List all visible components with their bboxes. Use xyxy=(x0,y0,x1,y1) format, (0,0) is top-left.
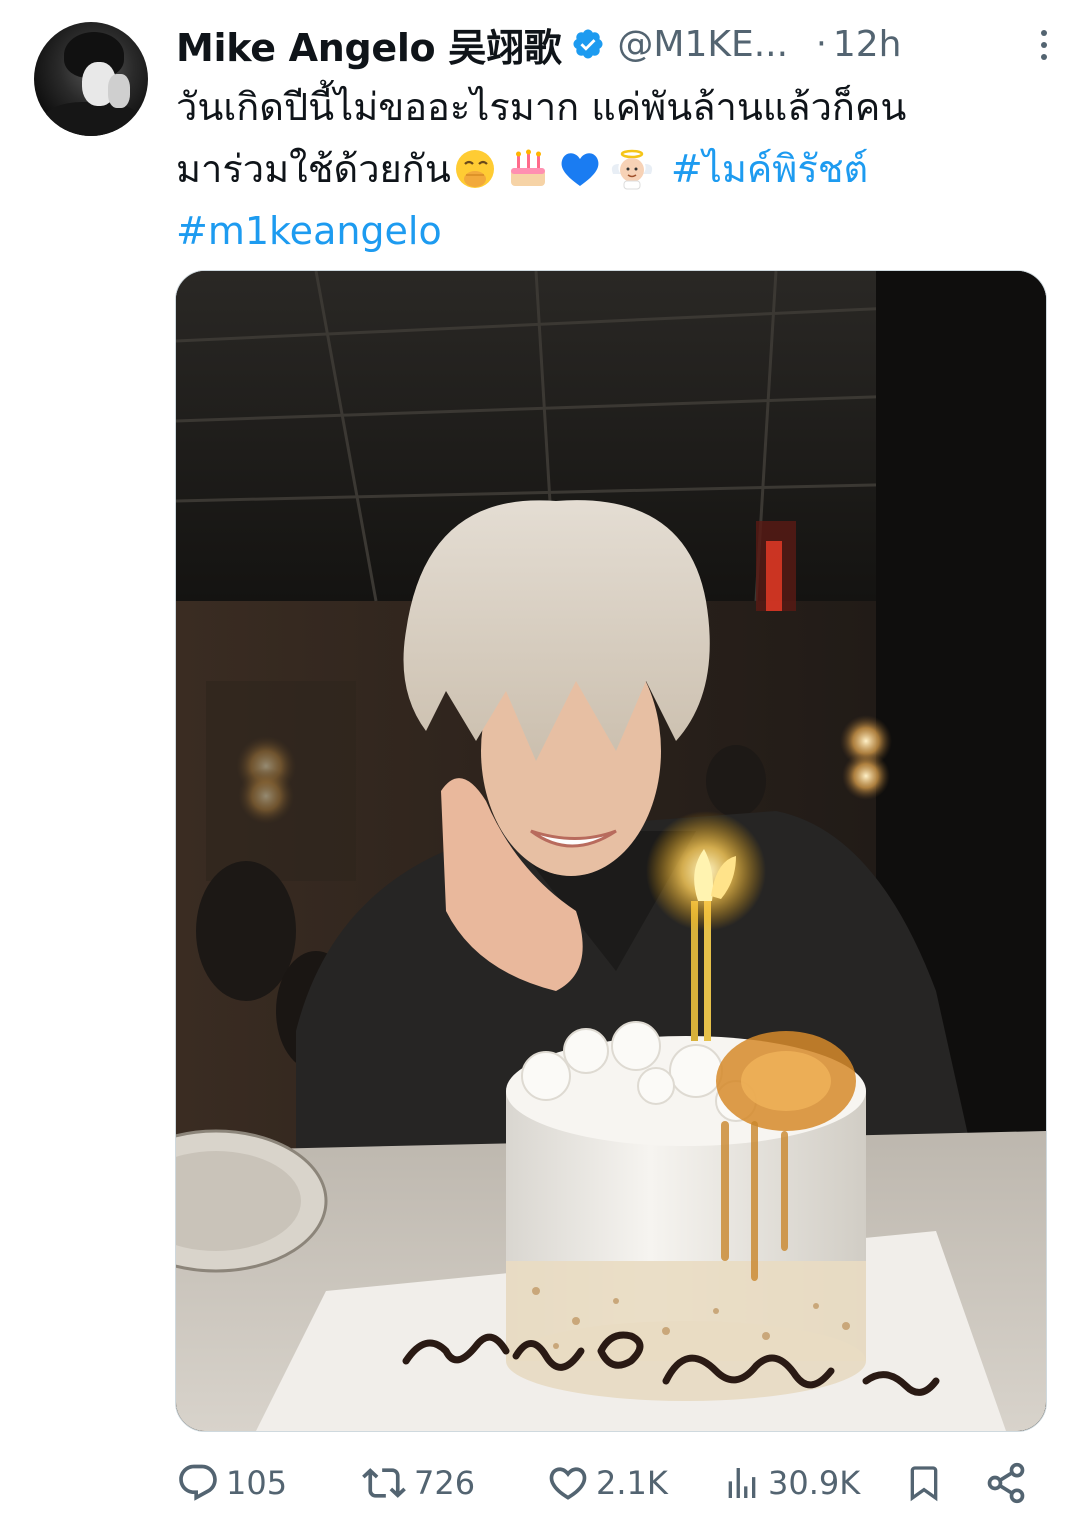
repost-button[interactable]: 726 xyxy=(360,1455,475,1511)
birthday-cake-emoji-icon xyxy=(510,149,545,186)
reply-count: 105 xyxy=(226,1464,288,1502)
repost-icon xyxy=(362,1468,406,1498)
avatar-coat xyxy=(42,102,142,136)
like-button[interactable]: 2.1K xyxy=(546,1455,668,1511)
hashtag-mike-pirath[interactable]: #ไมค์พิรัชต์ xyxy=(671,147,868,191)
reply-icon xyxy=(179,1464,217,1501)
author-handle[interactable]: @M1KE... xyxy=(617,24,788,65)
hand-over-mouth-emoji-icon xyxy=(455,150,494,188)
views-count: 30.9K xyxy=(768,1464,861,1502)
author-avatar[interactable] xyxy=(34,22,148,136)
bookmark-button[interactable] xyxy=(904,1455,944,1511)
hashtag-m1keangelo[interactable]: #m1keangelo xyxy=(176,200,1036,262)
share-button[interactable] xyxy=(984,1455,1028,1511)
tweet-header: Mike Angelo 吴翊歌 @M1KE... · 12h xyxy=(176,18,1059,70)
views-button[interactable]: 30.9K xyxy=(722,1455,860,1511)
tweet-text-line-2-text: มาร่วมใช้ด้วยกัน xyxy=(176,147,451,191)
like-count: 2.1K xyxy=(596,1464,668,1502)
blue-heart-emoji-icon xyxy=(561,153,599,186)
tweet-text: วันเกิดปีนี้ไม่ขออะไรมาก แค่พันล้านแล้วก… xyxy=(176,76,1036,262)
baby-angel-emoji-icon xyxy=(611,149,652,190)
tweet-photo[interactable] xyxy=(175,270,1047,1432)
more-options-icon[interactable] xyxy=(1041,30,1049,66)
verified-badge-icon xyxy=(573,29,603,59)
author-name[interactable]: Mike Angelo 吴翊歌 xyxy=(176,17,562,72)
bookmark-icon xyxy=(910,1466,938,1502)
tweet-text-line-1: วันเกิดปีนี้ไม่ขออะไรมาก แค่พันล้านแล้วก… xyxy=(176,85,907,129)
repost-count: 726 xyxy=(414,1464,476,1502)
share-icon xyxy=(987,1462,1025,1504)
heart-icon xyxy=(549,1467,587,1500)
tweet-text-line-2: มาร่วมใช้ด้วยกัน #ไมค์พิรัชต์ xyxy=(176,138,1036,200)
tweet-actions: 105 726 2.1K 30.9K xyxy=(176,1455,1046,1511)
reply-button[interactable]: 105 xyxy=(176,1455,287,1511)
timestamp[interactable]: 12h xyxy=(833,24,902,65)
separator-dot: · xyxy=(816,24,827,64)
views-chart-icon xyxy=(728,1468,756,1498)
avatar-hand xyxy=(108,74,130,108)
birthday-photo-image xyxy=(176,271,1046,1431)
